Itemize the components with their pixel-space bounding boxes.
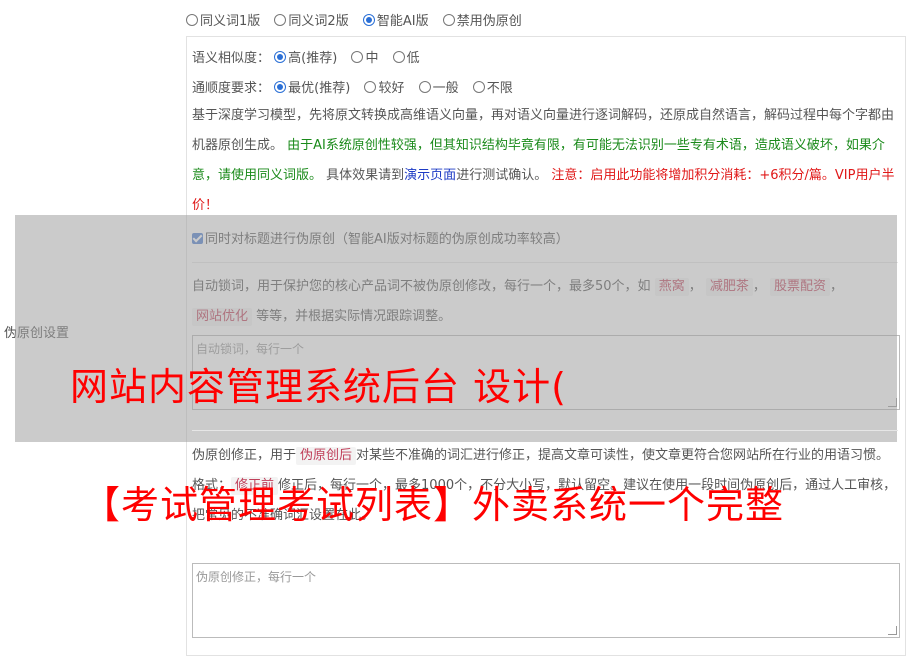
example-tag: 伪原创后 [296, 447, 357, 465]
description-text: 伪原创修正，用于 [192, 448, 297, 463]
radio-icon[interactable] [364, 81, 377, 93]
option-label: 不限 [486, 81, 513, 96]
ai-description: 基于深度学习模型，先将原文转换成高维语义向量，再对语义向量进行逐词解码，还原成自… [192, 101, 900, 221]
option-label: 高(推荐) [288, 51, 338, 66]
mode-option-label: 禁用伪原创 [456, 14, 522, 29]
section-label: 伪原创设置 [4, 326, 70, 341]
fluency-option-normal[interactable]: 一般 [418, 77, 459, 96]
similarity-option-mid[interactable]: 中 [351, 47, 378, 66]
fluency-option-any[interactable]: 不限 [472, 77, 513, 96]
textarea-placeholder: 伪原创修正，每行一个 [196, 570, 317, 584]
example-tag: 股票配资 [770, 278, 831, 296]
divider [192, 430, 898, 431]
similarity-row: 语义相似度： 高(推荐) 中 低 [192, 47, 430, 66]
textarea-placeholder: 自动锁词，每行一个 [196, 342, 305, 356]
radio-icon[interactable] [418, 81, 431, 93]
resize-handle-icon[interactable] [888, 626, 897, 635]
watermark-line-2: 【考试管理考试列表】外卖系统一个完整 [82, 483, 785, 527]
radio-icon[interactable] [392, 51, 405, 63]
description-text: 自动锁词，用于保护您的核心产品词不被伪原创修改，每行一个，最多50个，如 [192, 279, 651, 294]
description-text: 具体效果请到 [326, 168, 405, 183]
checkbox-checked-icon[interactable] [192, 233, 203, 244]
demo-page-link[interactable]: 演示页面 [404, 168, 456, 183]
option-label: 一般 [432, 81, 459, 96]
option-label: 中 [365, 51, 379, 66]
mode-option-label: 智能AI版 [376, 14, 429, 29]
correction-textarea[interactable]: 伪原创修正，每行一个 [192, 563, 900, 638]
description-text: 等等，并根据实际情况跟踪调整。 [256, 309, 452, 324]
fluency-row: 通顺度要求： 最优(推荐) 较好 一般 不限 [192, 77, 523, 96]
option-label: 最优(推荐) [288, 81, 351, 96]
mode-radio-group: 同义词1版 同义词2版 智能AI版 禁用伪原创 [186, 10, 532, 29]
radio-icon[interactable] [472, 81, 485, 93]
option-label: 低 [406, 51, 420, 66]
mode-option-label: 同义词2版 [288, 14, 349, 29]
mode-option-synonym2[interactable]: 同义词2版 [274, 10, 349, 29]
example-tag: 燕窝 [654, 278, 689, 296]
example-tag: 减肥茶 [705, 278, 753, 296]
radio-icon[interactable] [442, 14, 455, 26]
description-text: 进行测试确认。 [456, 168, 548, 183]
radio-icon[interactable] [351, 51, 364, 63]
similarity-label: 语义相似度： [192, 51, 271, 66]
divider [192, 262, 898, 263]
similarity-option-high[interactable]: 高(推荐) [274, 47, 337, 66]
fluency-option-best[interactable]: 最优(推荐) [274, 77, 350, 96]
watermark-line-1: 网站内容管理系统后台 设计( [70, 365, 567, 409]
radio-icon[interactable] [186, 14, 198, 26]
radio-icon[interactable] [274, 14, 287, 26]
resize-handle-icon[interactable] [888, 398, 897, 407]
fluency-option-good[interactable]: 较好 [364, 77, 404, 96]
radio-selected-icon[interactable] [274, 81, 287, 93]
mode-option-label: 同义词1版 [200, 14, 261, 29]
title-checkbox-row[interactable]: 同时对标题进行伪原创（智能AI版对标题的伪原创成功率较高） [192, 228, 569, 247]
mode-option-disabled[interactable]: 禁用伪原创 [442, 10, 522, 29]
title-checkbox-label: 同时对标题进行伪原创（智能AI版对标题的伪原创成功率较高） [205, 232, 569, 247]
option-label: 较好 [378, 81, 405, 96]
fluency-label: 通顺度要求： [192, 81, 271, 96]
radio-selected-icon[interactable] [274, 51, 287, 63]
mode-option-synonym1[interactable]: 同义词1版 [186, 10, 260, 29]
mode-option-ai[interactable]: 智能AI版 [362, 10, 429, 29]
lock-words-description: 自动锁词，用于保护您的核心产品词不被伪原创修改，每行一个，最多50个，如 燕窝，… [192, 278, 844, 326]
similarity-option-low[interactable]: 低 [392, 47, 420, 66]
radio-selected-icon[interactable] [362, 14, 375, 26]
example-tag: 网站优化 [192, 308, 253, 326]
